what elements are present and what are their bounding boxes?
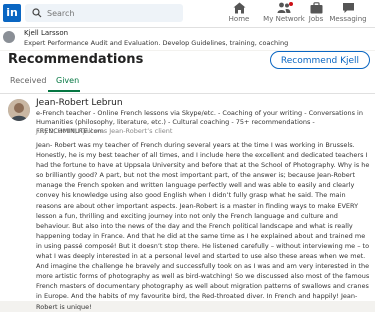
section-title: Recommendations — [8, 52, 144, 67]
recommendations-section: Recommendations Recommend Kjell Received… — [0, 51, 375, 311]
recommendation-text: Jean- Robert was my teacher of French du… — [36, 141, 370, 311]
active-tab-indicator — [48, 90, 80, 92]
linkedin-logo[interactable]: in — [3, 4, 21, 22]
recommendation-meta: July 2, 2014, Kjell was Jean-Robert’s cl… — [36, 127, 173, 135]
profile-headline: Expert Performance Audit and Evaluation.… — [24, 39, 289, 47]
recommender-avatar[interactable] — [8, 99, 30, 121]
search-icon — [32, 8, 42, 18]
search-input[interactable] — [47, 6, 177, 20]
nav-messaging[interactable]: Messaging — [321, 1, 375, 23]
recommender-name[interactable]: Jean-Robert Lebrun — [36, 98, 123, 108]
tab-received[interactable]: Received — [10, 76, 46, 85]
avatar[interactable] — [3, 31, 15, 43]
person-photo-icon — [8, 99, 30, 121]
messaging-icon — [342, 3, 354, 13]
recommendation-tabs: Received Given — [0, 71, 375, 94]
recommend-button[interactable]: Recommend Kjell — [270, 51, 370, 69]
search-box[interactable] — [25, 4, 183, 22]
home-icon — [233, 2, 245, 14]
nav-messaging-label: Messaging — [329, 15, 367, 23]
profile-header: Kjell Larsson Expert Performance Audit a… — [0, 28, 375, 50]
profile-name[interactable]: Kjell Larsson — [24, 29, 68, 37]
top-nav-bar: in Home My Network Jobs Messaging — [0, 0, 375, 28]
tab-given[interactable]: Given — [56, 76, 79, 85]
